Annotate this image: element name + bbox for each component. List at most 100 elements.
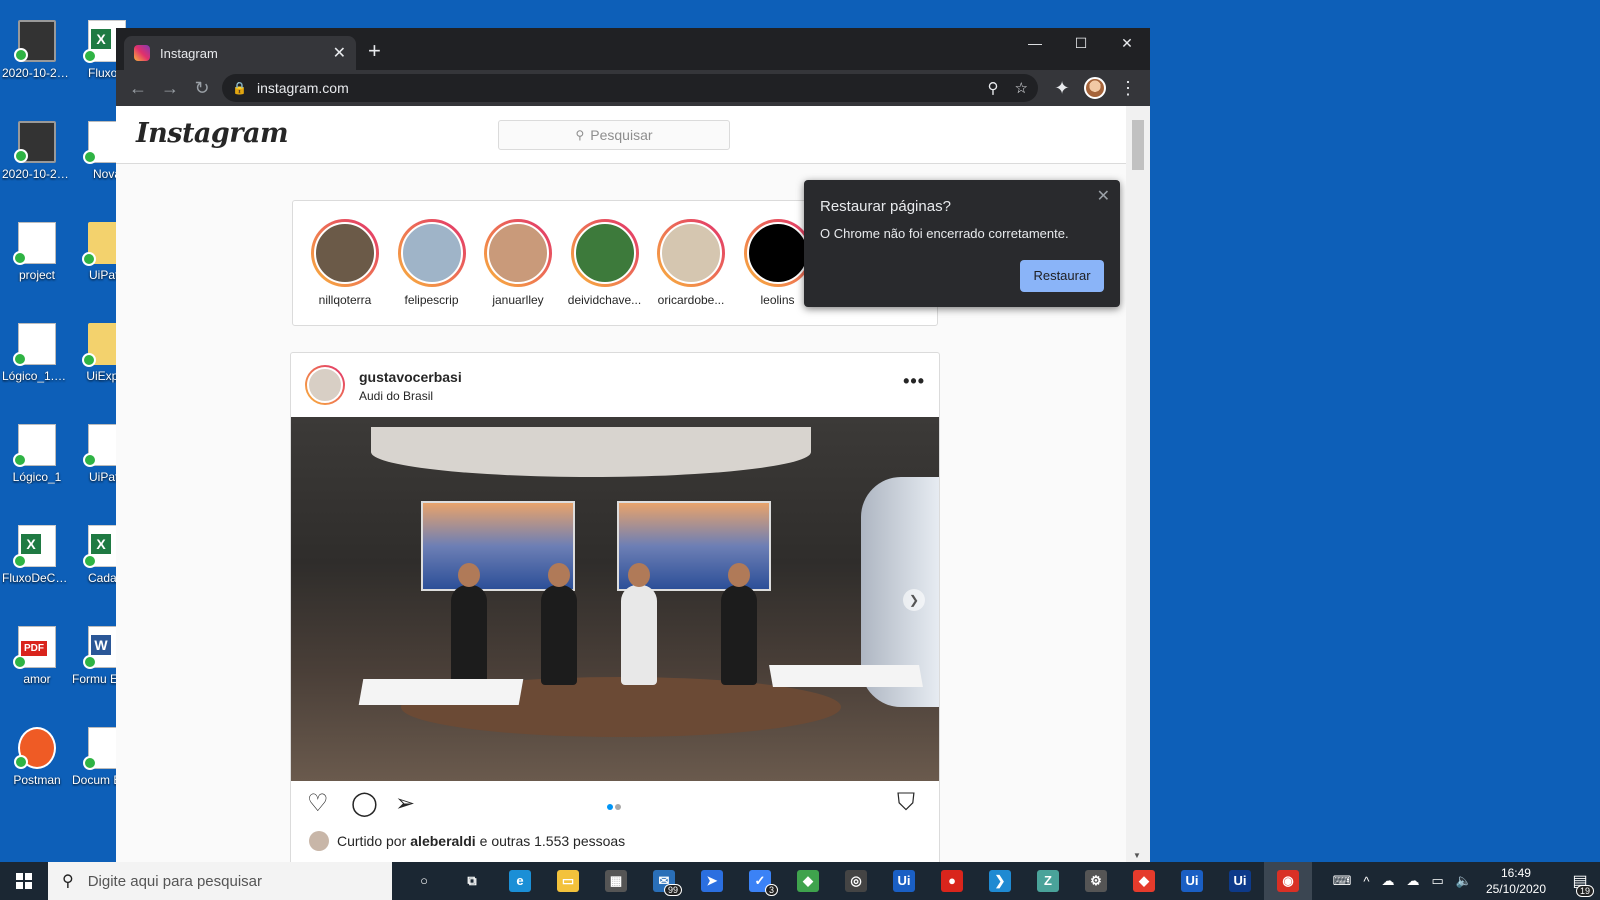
uipath-assistant-icon[interactable]: Ui (1216, 862, 1264, 900)
onedrive-personal-cloud-icon[interactable]: ☁ (1406, 873, 1419, 889)
desktop-icon[interactable]: Lógico_1.br... (2, 323, 72, 383)
restore-button[interactable]: Restaurar (1020, 260, 1104, 292)
restore-pages-bubble: ✕ Restaurar páginas? O Chrome não foi en… (804, 180, 1120, 307)
bookmark-star-icon[interactable]: ☆ (1015, 79, 1028, 97)
cortana-icon[interactable]: ○ (400, 862, 448, 900)
story-item[interactable]: deividchave... (565, 219, 645, 307)
page-scrollbar[interactable]: ▼ (1126, 106, 1150, 862)
instagram-logo[interactable]: Instagram (136, 118, 289, 149)
chrome-icon-glyph: ◉ (1277, 870, 1299, 892)
obs-icon[interactable]: ◎ (832, 862, 880, 900)
start-button[interactable] (0, 862, 48, 900)
clock[interactable]: 16:49 25/10/2020 (1486, 865, 1546, 897)
profile-avatar[interactable] (1084, 77, 1106, 99)
uipath-studio-icon[interactable]: Ui (1168, 862, 1216, 900)
task-view-icon[interactable]: ⧉ (448, 862, 496, 900)
instagram-favicon-icon (134, 45, 150, 61)
forward-arrow-icon[interactable]: → (154, 72, 186, 104)
store-icon[interactable]: ▦ (592, 862, 640, 900)
todo-icon[interactable]: ✓ 3 (736, 862, 784, 900)
anydesk-icon[interactable]: ◆ (1120, 862, 1168, 900)
onedrive-cloud-icon[interactable]: ☁ (1381, 873, 1394, 889)
desktop-icon[interactable]: amor (2, 626, 72, 686)
search-icon: ⚲ (62, 873, 74, 890)
scroll-down-arrow-icon[interactable]: ▼ (1133, 851, 1141, 860)
share-icon[interactable]: ➢ (395, 789, 415, 818)
keyboard-icon[interactable]: ⌨ (1333, 873, 1352, 889)
reload-icon[interactable]: ↻ (186, 72, 218, 104)
image-next-icon[interactable]: ❯ (903, 589, 925, 611)
zoom-icon[interactable]: ⚲ (988, 79, 999, 97)
file-explorer-icon[interactable]: ▭ (544, 862, 592, 900)
vscode-icon[interactable]: ❯ (976, 862, 1024, 900)
desktop-icon[interactable]: 2020-10-21... (2, 121, 72, 181)
system-tray: ⌨ ^ ☁ ☁ ▭ 🔈 16:49 25/10/2020 ▤ 19 (1327, 865, 1600, 897)
scrollbar-thumb[interactable] (1132, 120, 1144, 170)
post-author-avatar[interactable] (305, 365, 345, 405)
app-badge: 3 (764, 884, 778, 896)
screen-record-icon-glyph: ● (941, 870, 963, 892)
vpn-icon[interactable]: ◆ (784, 862, 832, 900)
volume-icon[interactable]: 🔈 (1456, 873, 1472, 889)
story-username: deividchave... (567, 293, 642, 307)
minimize-button[interactable]: — (1012, 28, 1058, 58)
desktop-icon[interactable]: Lógico_1 (2, 424, 72, 484)
lock-icon[interactable]: 🔒 (232, 81, 247, 95)
back-arrow-icon[interactable]: ← (122, 72, 154, 104)
maximize-button[interactable]: ☐ (1058, 28, 1104, 58)
uipath-icon[interactable]: Ui (880, 862, 928, 900)
post-options-icon[interactable]: ••• (903, 371, 925, 392)
store-icon-glyph: ▦ (605, 870, 627, 892)
new-tab-button[interactable]: + (368, 40, 381, 62)
sync-check-icon (82, 252, 96, 266)
liked-others-text[interactable]: e outras 1.553 pessoas (480, 833, 626, 849)
person-3 (621, 563, 657, 685)
settings-app-icon[interactable]: ⚙ (1072, 862, 1120, 900)
tab-title: Instagram (160, 45, 218, 61)
story-item[interactable]: januarlley (478, 219, 558, 307)
like-heart-icon[interactable]: ♡ (307, 789, 329, 818)
story-avatar (746, 222, 809, 284)
liked-by-user[interactable]: aleberaldi (410, 833, 475, 849)
zoom-z-icon[interactable]: Z (1024, 862, 1072, 900)
search-input[interactable]: ⚲ Pesquisar (498, 120, 730, 150)
desktop-icon[interactable]: Postman (2, 727, 72, 787)
tab-instagram[interactable]: Instagram ✕ (124, 36, 356, 70)
tab-close-icon[interactable]: ✕ (333, 43, 346, 63)
chevron-up-icon[interactable]: ^ (1363, 874, 1369, 889)
power-automate-icon[interactable]: ➤ (688, 862, 736, 900)
mail-icon[interactable]: ✉ 99 (640, 862, 688, 900)
address-bar[interactable]: 🔒 instagram.com ⚲ ☆ (222, 74, 1038, 102)
save-bookmark-icon[interactable]: ⛉ (897, 789, 915, 817)
person-4 (721, 563, 757, 685)
extensions-puzzle-icon[interactable]: ✦ (1046, 72, 1078, 104)
screen-record-icon[interactable]: ● (928, 862, 976, 900)
desktop-icon[interactable]: 2020-10-21... (2, 20, 72, 80)
story-item[interactable]: oricardobe... (651, 219, 731, 307)
post-username[interactable]: gustavocerbasi (359, 369, 462, 385)
comment-icon[interactable]: ◯ (351, 789, 378, 818)
chrome-menu-icon[interactable]: ⋮ (1112, 72, 1144, 104)
network-icon[interactable]: ▭ (1431, 873, 1443, 889)
story-item[interactable]: felipescrip (392, 219, 472, 307)
desktop-icon-label: project (18, 268, 56, 282)
sync-check-icon (13, 352, 27, 366)
doc-icon (13, 323, 56, 366)
story-item[interactable]: nillqoterra (305, 219, 385, 307)
edge-icon[interactable]: e (496, 862, 544, 900)
likes-line: Curtido por aleberaldi e outras 1.553 pe… (309, 831, 625, 851)
post-image[interactable]: ❯ (291, 417, 939, 781)
close-icon[interactable]: ✕ (1097, 186, 1110, 206)
notification-center-icon[interactable]: ▤ 19 (1560, 871, 1600, 897)
post-location[interactable]: Audi do Brasil (359, 389, 433, 403)
doc-icon (13, 424, 56, 467)
close-window-button[interactable]: ✕ (1104, 28, 1150, 58)
url-text[interactable]: instagram.com (257, 80, 972, 96)
desktop-icon[interactable]: project (2, 222, 72, 282)
settings-app-icon-glyph: ⚙ (1085, 870, 1107, 892)
desktop-icon[interactable]: FluxoDeCaixa (2, 525, 72, 585)
cortana-icon-glyph: ○ (420, 873, 428, 888)
desktop-icon-label: Lógico_1 (12, 470, 62, 484)
taskbar-search-box[interactable]: ⚲ Digite aqui para pesquisar (48, 862, 392, 900)
chrome-icon[interactable]: ◉ (1264, 862, 1312, 900)
